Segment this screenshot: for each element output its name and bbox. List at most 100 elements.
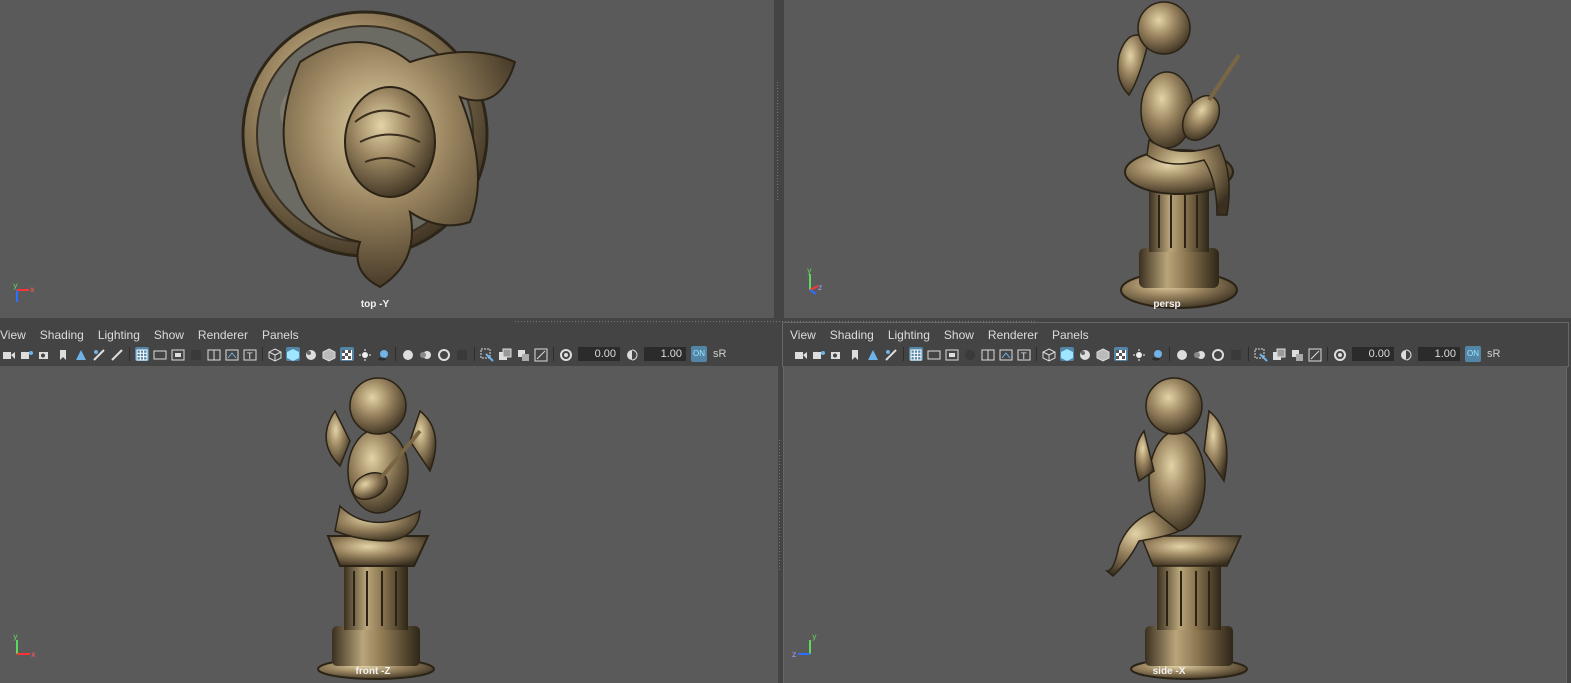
viewport-persp[interactable]: y z persp bbox=[784, 0, 1571, 318]
grease-pencil-icon[interactable] bbox=[92, 347, 106, 361]
menu-panels[interactable]: Panels bbox=[1052, 328, 1089, 342]
axis-gizmo-front: y x bbox=[13, 632, 36, 659]
smooth-shade-icon[interactable] bbox=[286, 347, 300, 361]
ambient-occlusion-icon[interactable] bbox=[401, 347, 415, 361]
field-chart-icon[interactable] bbox=[981, 347, 995, 361]
textured-icon[interactable] bbox=[1096, 347, 1110, 362]
exposure-icon[interactable] bbox=[559, 347, 573, 361]
pane-splitter-vertical-top[interactable] bbox=[777, 80, 778, 200]
camera-lock-icon[interactable] bbox=[812, 347, 826, 361]
exposure-icon[interactable] bbox=[1333, 347, 1347, 361]
grease-pencil-icon[interactable] bbox=[884, 347, 898, 361]
viewport-front[interactable]: y x front -Z bbox=[0, 366, 778, 683]
gamma-field[interactable]: 1.00 bbox=[1418, 347, 1460, 361]
color-space-label[interactable]: sR bbox=[1487, 348, 1500, 360]
xray-components-icon[interactable] bbox=[1308, 347, 1322, 362]
bookmark-icon[interactable] bbox=[56, 347, 70, 361]
xray-icon[interactable] bbox=[1272, 347, 1286, 361]
image-plane-icon[interactable] bbox=[866, 347, 880, 361]
gamma-icon[interactable] bbox=[625, 347, 639, 361]
menu-lighting[interactable]: Lighting bbox=[98, 328, 140, 342]
wireframe-icon[interactable] bbox=[268, 347, 282, 362]
safe-title-icon[interactable]: T bbox=[1017, 347, 1031, 362]
axis-gizmo-top: y x bbox=[13, 281, 35, 302]
xray-joints-icon[interactable] bbox=[1290, 347, 1304, 361]
anti-aliasing-icon[interactable] bbox=[1211, 347, 1225, 361]
wireframe-on-shaded-icon[interactable] bbox=[304, 347, 318, 361]
toolbar-separator bbox=[129, 347, 130, 361]
camera-icon[interactable] bbox=[2, 347, 16, 361]
shadows-icon[interactable] bbox=[1150, 347, 1164, 361]
svg-text:y: y bbox=[812, 632, 817, 641]
toolbar-separator bbox=[1169, 347, 1170, 361]
motion-blur-icon[interactable] bbox=[1193, 347, 1207, 361]
wireframe-on-shaded-icon[interactable] bbox=[1078, 347, 1092, 361]
statue-persp-view bbox=[1117, 1, 1241, 309]
menu-lighting[interactable]: Lighting bbox=[888, 328, 930, 342]
shadows-icon[interactable] bbox=[376, 347, 390, 361]
menu-view[interactable]: View bbox=[0, 328, 26, 342]
statue-front-view bbox=[317, 377, 437, 680]
ambient-occlusion-icon[interactable] bbox=[1175, 347, 1189, 361]
camera-attributes-icon[interactable] bbox=[38, 347, 52, 361]
camera-icon[interactable] bbox=[794, 347, 808, 361]
menu-show[interactable]: Show bbox=[154, 328, 184, 342]
depth-of-field-icon[interactable] bbox=[1229, 347, 1243, 361]
anti-aliasing-icon[interactable] bbox=[437, 347, 451, 361]
camera-lock-icon[interactable] bbox=[20, 347, 34, 361]
menu-show[interactable]: Show bbox=[944, 328, 974, 342]
safe-action-icon[interactable] bbox=[225, 347, 239, 361]
film-gate-icon[interactable] bbox=[927, 347, 941, 361]
xray-joints-icon[interactable] bbox=[516, 347, 530, 361]
resolution-gate-icon[interactable] bbox=[945, 347, 959, 361]
isolate-select-icon[interactable] bbox=[480, 347, 494, 362]
gamma-field[interactable]: 1.00 bbox=[644, 347, 686, 361]
gamma-icon[interactable] bbox=[1399, 347, 1413, 361]
gate-mask-icon[interactable] bbox=[963, 347, 977, 361]
axis-gizmo-side: y z bbox=[792, 632, 817, 659]
menu-view[interactable]: View bbox=[790, 328, 816, 342]
exposure-field[interactable]: 0.00 bbox=[1352, 347, 1394, 361]
textured-icon[interactable] bbox=[322, 347, 336, 362]
color-space-label[interactable]: sR bbox=[713, 348, 726, 360]
exposure-field[interactable]: 0.00 bbox=[578, 347, 620, 361]
use-all-lights-icon[interactable] bbox=[340, 347, 354, 361]
use-all-lights-icon[interactable] bbox=[1114, 347, 1128, 361]
viewport-side[interactable]: y z side -X bbox=[783, 366, 1567, 683]
lights-icon[interactable] bbox=[1132, 347, 1146, 361]
svg-text:y: y bbox=[13, 632, 18, 641]
isolate-select-icon[interactable] bbox=[1254, 347, 1268, 362]
safe-title-icon[interactable]: T bbox=[243, 347, 257, 362]
xray-icon[interactable] bbox=[498, 347, 512, 361]
camera-attributes-icon[interactable] bbox=[830, 347, 844, 361]
smooth-shade-icon[interactable] bbox=[1060, 347, 1074, 361]
viewport-top[interactable]: y x top -Y bbox=[0, 0, 774, 318]
lights-icon[interactable] bbox=[358, 347, 372, 361]
resolution-gate-icon[interactable] bbox=[171, 347, 185, 361]
depth-of-field-icon[interactable] bbox=[455, 347, 469, 361]
panel-menu-bar-right: View Shading Lighting Show Renderer Pane… bbox=[790, 325, 1568, 344]
motion-blur-icon[interactable] bbox=[419, 347, 433, 361]
wireframe-icon[interactable] bbox=[1042, 347, 1056, 362]
menu-shading[interactable]: Shading bbox=[830, 328, 874, 342]
gate-mask-icon[interactable] bbox=[189, 347, 203, 361]
film-gate-icon[interactable] bbox=[153, 347, 167, 361]
panel-toolbar-left: T 0.00 1.00 ON sR bbox=[0, 343, 778, 365]
toolbar-separator bbox=[262, 347, 263, 361]
bookmark-icon[interactable] bbox=[848, 347, 862, 361]
safe-action-icon[interactable] bbox=[999, 347, 1013, 361]
color-management-toggle[interactable]: ON bbox=[1465, 346, 1481, 362]
xray-components-icon[interactable] bbox=[534, 347, 548, 362]
menu-shading[interactable]: Shading bbox=[40, 328, 84, 342]
grid-icon[interactable] bbox=[909, 347, 923, 361]
2d-pan-zoom-icon[interactable] bbox=[110, 347, 124, 361]
field-chart-icon[interactable] bbox=[207, 347, 221, 361]
grid-icon[interactable] bbox=[135, 347, 149, 361]
menu-renderer[interactable]: Renderer bbox=[988, 328, 1038, 342]
pane-splitter-vertical-bottom[interactable] bbox=[779, 440, 780, 570]
color-management-toggle[interactable]: ON bbox=[691, 346, 707, 362]
menu-renderer[interactable]: Renderer bbox=[198, 328, 248, 342]
menu-panels[interactable]: Panels bbox=[262, 328, 299, 342]
image-plane-icon[interactable] bbox=[74, 347, 88, 361]
svg-text:T: T bbox=[246, 352, 253, 362]
